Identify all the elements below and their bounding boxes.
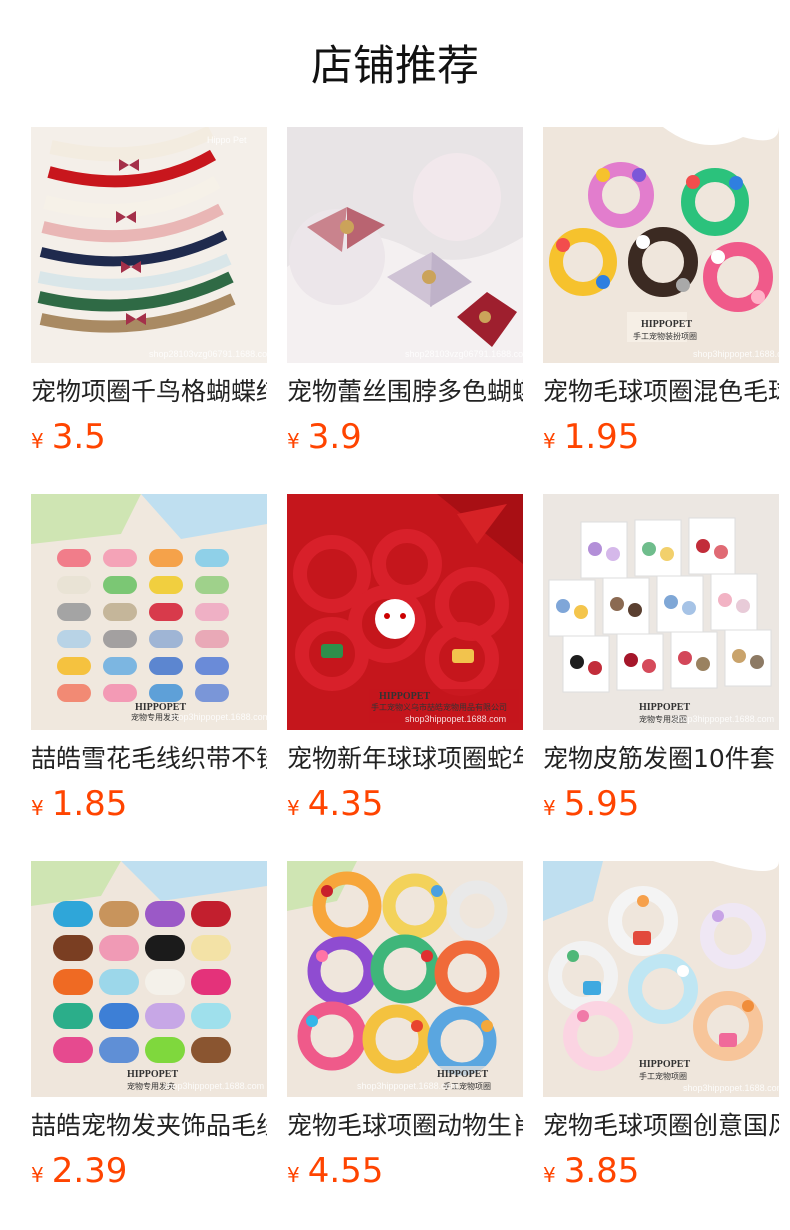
currency-symbol: ¥ bbox=[543, 429, 556, 453]
product-price: ¥ 1.85 bbox=[31, 782, 127, 826]
product-card[interactable]: HIPPOPET 宠物专用发圈 shop3hippopet.1688.com 宠… bbox=[543, 494, 779, 861]
price-value: 4.55 bbox=[307, 1151, 384, 1191]
brand-logo-text: HIPPOPET bbox=[379, 691, 430, 702]
brand-logo-text: HIPPOPET bbox=[127, 1069, 178, 1080]
product-name[interactable]: 喆皓宠物发夹饰品毛线 bbox=[31, 1109, 267, 1143]
brand-logo-text: HIPPOPET bbox=[639, 702, 690, 713]
brand-logo-text: HIPPOPET bbox=[641, 319, 692, 330]
product-card[interactable]: HIPPOPET 手工宠物项圈 shop3hippopet.1688.com 宠… bbox=[543, 861, 779, 1228]
price-value: 3.9 bbox=[307, 417, 362, 457]
image-watermark: shop3hippopet.1688.com bbox=[163, 1081, 264, 1091]
product-name[interactable]: 宠物毛球项圈动物生肖 bbox=[287, 1109, 523, 1143]
image-watermark: shop3hippopet.1688.com bbox=[673, 714, 774, 724]
currency-symbol: ¥ bbox=[543, 796, 556, 820]
brand-subtitle: 手工宠物义乌市喆皓宠物用品有限公司 bbox=[371, 702, 507, 712]
product-image[interactable]: HIPPOPET 手工宠物项圈 shop3hippopet.1688.com bbox=[287, 861, 523, 1097]
product-name[interactable]: 宠物新年球球项圈蛇年 bbox=[287, 742, 523, 776]
product-name[interactable]: 宠物毛球项圈创意国风 bbox=[543, 1109, 779, 1143]
currency-symbol: ¥ bbox=[287, 1163, 300, 1187]
product-price: ¥ 3.85 bbox=[543, 1149, 639, 1193]
product-card[interactable]: HIPPOPET 手工宠物装扮项圈 shop3hippopet.1688.com… bbox=[543, 127, 779, 494]
product-image[interactable]: HIPPOPET 手工宠物义乌市喆皓宠物用品有限公司 shop3hippopet… bbox=[287, 494, 523, 730]
image-watermark: shop3hippopet.1688.com bbox=[693, 349, 779, 359]
product-card[interactable]: HIPPOPET 手工宠物义乌市喆皓宠物用品有限公司 shop3hippopet… bbox=[287, 494, 523, 861]
price-value: 1.85 bbox=[51, 784, 128, 824]
currency-symbol: ¥ bbox=[287, 796, 300, 820]
price-value: 3.5 bbox=[51, 417, 106, 457]
product-price: ¥ 3.5 bbox=[31, 415, 106, 459]
image-watermark: shop3hippopet.1688.com bbox=[405, 714, 506, 724]
currency-symbol: ¥ bbox=[31, 429, 44, 453]
product-grid: Hippo Pet shop28103vzg06791.1688.com 宠物项… bbox=[31, 127, 779, 1228]
price-value: 1.95 bbox=[563, 417, 640, 457]
brand-subtitle: 手工宠物装扮项圈 bbox=[633, 331, 697, 341]
image-watermark: shop3hippopet.1688.com bbox=[169, 712, 267, 722]
product-price: ¥ 3.9 bbox=[287, 415, 362, 459]
product-price: ¥ 4.35 bbox=[287, 782, 383, 826]
price-value: 3.85 bbox=[563, 1151, 640, 1191]
product-image[interactable]: HIPPOPET 宠物专用发圈 shop3hippopet.1688.com bbox=[543, 494, 779, 730]
product-name[interactable]: 宠物蕾丝围脖多色蝴蝶结 bbox=[287, 375, 523, 409]
product-image[interactable]: HIPPOPET 宠物专用发夹 shop3hippopet.1688.com bbox=[31, 861, 267, 1097]
product-card[interactable]: HIPPOPET 手工宠物项圈 shop3hippopet.1688.com 宠… bbox=[287, 861, 523, 1228]
product-image[interactable]: HIPPOPET 手工宠物装扮项圈 shop3hippopet.1688.com bbox=[543, 127, 779, 363]
product-image[interactable]: HIPPOPET 手工宠物项圈 shop3hippopet.1688.com bbox=[543, 861, 779, 1097]
product-name[interactable]: 宠物皮筋发圈10件套 bbox=[543, 742, 779, 776]
price-value: 5.95 bbox=[563, 784, 640, 824]
brand-logo-text: Hippo Pet bbox=[207, 135, 247, 145]
currency-symbol: ¥ bbox=[543, 1163, 556, 1187]
brand-subtitle: 手工宠物项圈 bbox=[639, 1071, 687, 1081]
product-card[interactable]: shop28103vzg06791.1688.com 宠物蕾丝围脖多色蝴蝶结 ¥… bbox=[287, 127, 523, 494]
store-recommendations-page: 店铺推荐 Hippo Pet shop28103vzg06791.1688.co… bbox=[0, 0, 790, 1230]
image-watermark: shop28103vzg06791.1688.com bbox=[149, 349, 267, 359]
product-image[interactable]: shop28103vzg06791.1688.com bbox=[287, 127, 523, 363]
product-card[interactable]: HIPPOPET 宠物专用发夹 shop3hippopet.1688.com 喆… bbox=[31, 494, 267, 861]
product-card[interactable]: Hippo Pet shop28103vzg06791.1688.com 宠物项… bbox=[31, 127, 267, 494]
image-watermark: shop3hippopet.1688.com bbox=[357, 1081, 458, 1091]
product-price: ¥ 2.39 bbox=[31, 1149, 127, 1193]
image-watermark: shop28103vzg06791.1688.com bbox=[405, 349, 523, 359]
brand-logo-text: HIPPOPET bbox=[437, 1069, 488, 1080]
currency-symbol: ¥ bbox=[287, 429, 300, 453]
page-title: 店铺推荐 bbox=[310, 41, 479, 90]
price-value: 4.35 bbox=[307, 784, 384, 824]
product-image[interactable]: HIPPOPET 宠物专用发夹 shop3hippopet.1688.com bbox=[31, 494, 267, 730]
currency-symbol: ¥ bbox=[31, 1163, 44, 1187]
price-value: 2.39 bbox=[51, 1151, 128, 1191]
product-price: ¥ 4.55 bbox=[287, 1149, 383, 1193]
product-price: ¥ 1.95 bbox=[543, 415, 639, 459]
product-name[interactable]: 宠物项圈千鸟格蝴蝶结 bbox=[31, 375, 267, 409]
image-watermark: shop3hippopet.1688.com bbox=[683, 1083, 779, 1093]
product-card[interactable]: HIPPOPET 宠物专用发夹 shop3hippopet.1688.com 喆… bbox=[31, 861, 267, 1228]
product-name[interactable]: 喆皓雪花毛线织带不锈钢 bbox=[31, 742, 267, 776]
product-image[interactable]: Hippo Pet shop28103vzg06791.1688.com bbox=[31, 127, 267, 363]
brand-logo-text: HIPPOPET bbox=[639, 1059, 690, 1070]
currency-symbol: ¥ bbox=[31, 796, 44, 820]
product-name[interactable]: 宠物毛球项圈混色毛球 bbox=[543, 375, 779, 409]
product-price: ¥ 5.95 bbox=[543, 782, 639, 826]
